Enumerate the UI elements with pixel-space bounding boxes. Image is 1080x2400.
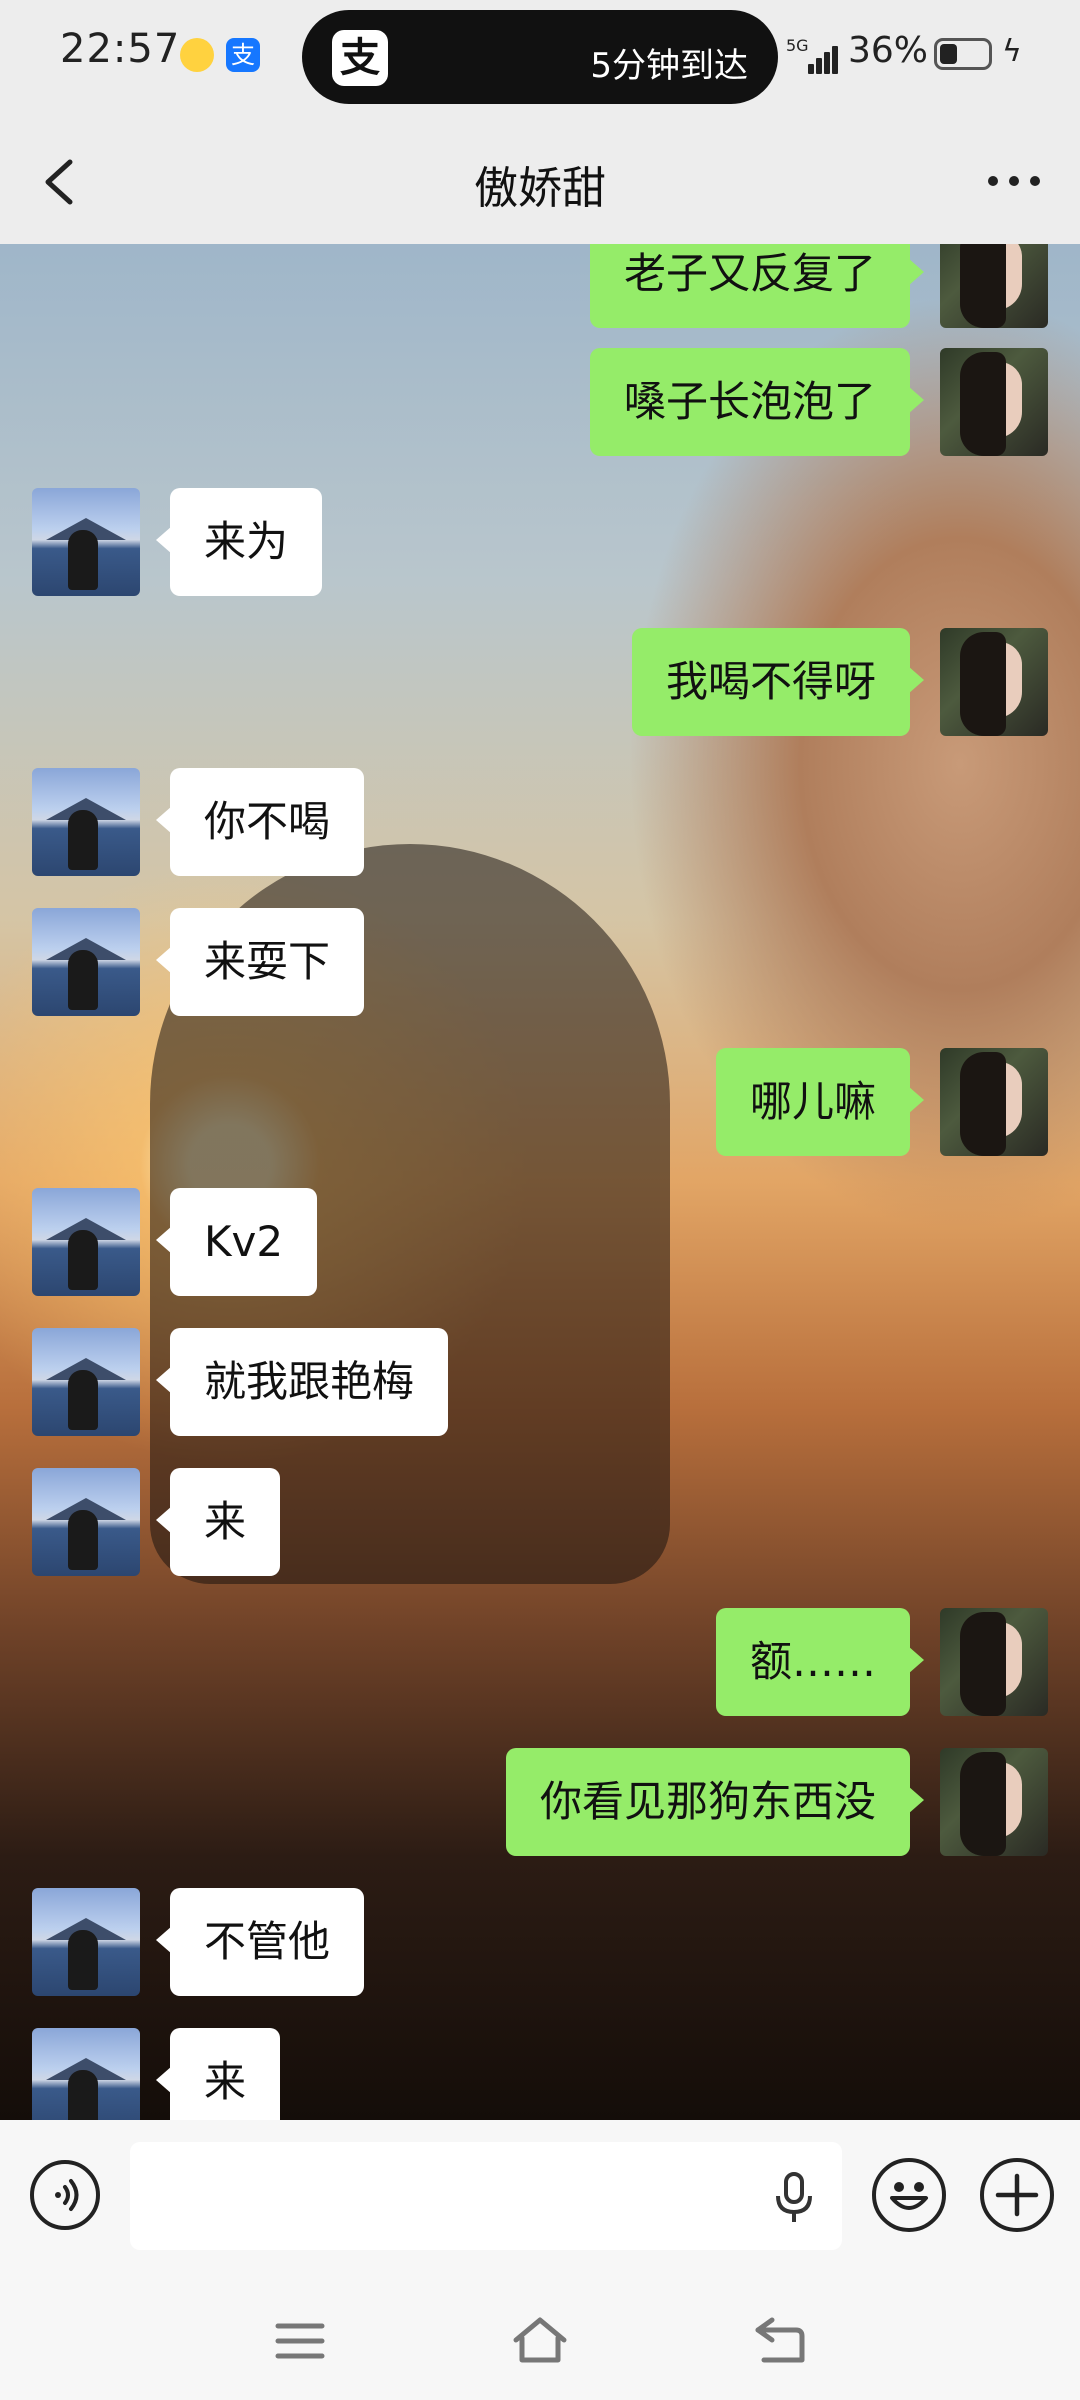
contact-avatar[interactable] bbox=[32, 2028, 140, 2120]
contact-avatar[interactable] bbox=[32, 768, 140, 876]
contact-avatar[interactable] bbox=[32, 1188, 140, 1296]
emoji-icon[interactable] bbox=[872, 2158, 946, 2232]
message-row: 来 bbox=[0, 2028, 1080, 2120]
message-row: 来 bbox=[0, 1468, 1080, 1576]
charging-icon: ϟ bbox=[1002, 34, 1022, 69]
received-message-bubble[interactable]: 来耍下 bbox=[155, 908, 365, 1016]
system-nav-bar bbox=[0, 2280, 1080, 2400]
my-avatar[interactable] bbox=[940, 1048, 1048, 1156]
more-dots-icon[interactable] bbox=[988, 176, 1040, 188]
home-icon[interactable] bbox=[510, 2314, 570, 2368]
sent-message-bubble[interactable]: 额…… bbox=[715, 1608, 925, 1716]
message-row: 你不喝 bbox=[0, 768, 1080, 876]
received-message-bubble[interactable]: 就我跟艳梅 bbox=[155, 1328, 449, 1436]
my-avatar[interactable] bbox=[940, 1608, 1048, 1716]
received-message-bubble[interactable]: 来为 bbox=[155, 488, 323, 596]
contact-avatar[interactable] bbox=[32, 1888, 140, 1996]
sent-message-bubble[interactable]: 你看见那狗东西没 bbox=[505, 1748, 925, 1856]
sent-message-bubble[interactable]: 哪儿嘛 bbox=[715, 1048, 925, 1156]
contact-avatar[interactable] bbox=[32, 1468, 140, 1576]
received-message-bubble[interactable]: 不管他 bbox=[155, 1888, 365, 1996]
message-row: 哪儿嘛 bbox=[0, 1048, 1080, 1156]
message-row: 来为 bbox=[0, 488, 1080, 596]
my-avatar[interactable] bbox=[940, 1748, 1048, 1856]
sent-message-bubble[interactable]: 嗓子长泡泡了 bbox=[589, 348, 925, 456]
message-row: 老子又反复了 bbox=[0, 244, 1080, 328]
menu-icon[interactable] bbox=[270, 2314, 330, 2368]
chat-header: 傲娇甜 bbox=[0, 118, 1080, 244]
message-row: 我喝不得呀 bbox=[0, 628, 1080, 736]
network-type: 5G bbox=[786, 36, 809, 55]
received-message-bubble[interactable]: 来 bbox=[155, 1468, 281, 1576]
alipay-icon: 支 bbox=[332, 30, 388, 86]
my-avatar[interactable] bbox=[940, 628, 1048, 736]
chat-title[interactable]: 傲娇甜 bbox=[0, 152, 1080, 216]
alipay-notification-icon: 支 bbox=[226, 38, 260, 72]
my-avatar[interactable] bbox=[940, 244, 1048, 328]
message-input[interactable] bbox=[130, 2142, 842, 2250]
voice-icon[interactable] bbox=[30, 2160, 100, 2230]
received-message-bubble[interactable]: 来 bbox=[155, 2028, 281, 2120]
microphone-icon[interactable] bbox=[772, 2170, 816, 2226]
message-row: 额…… bbox=[0, 1608, 1080, 1716]
sent-message-bubble[interactable]: 我喝不得呀 bbox=[631, 628, 925, 736]
contact-avatar[interactable] bbox=[32, 908, 140, 1016]
contact-avatar[interactable] bbox=[32, 1328, 140, 1436]
chat-message-list[interactable]: 老子又反复了 嗓子长泡泡了 来为 我喝不得呀 你不喝 来耍下 哪儿嘛 Kv2 就我跟艳梅来额……… bbox=[0, 244, 1080, 2120]
contact-avatar[interactable] bbox=[32, 488, 140, 596]
signal-icon bbox=[808, 40, 842, 74]
message-row: 你看见那狗东西没 bbox=[0, 1748, 1080, 1856]
status-time: 22:57 bbox=[60, 26, 181, 72]
received-message-bubble[interactable]: 你不喝 bbox=[155, 768, 365, 876]
message-row: 不管他 bbox=[0, 1888, 1080, 1996]
my-avatar[interactable] bbox=[940, 348, 1048, 456]
message-row: 来耍下 bbox=[0, 908, 1080, 1016]
sent-message-bubble[interactable]: 老子又反复了 bbox=[589, 244, 925, 328]
message-row: Kv2 bbox=[0, 1188, 1080, 1296]
back-icon[interactable] bbox=[750, 2314, 810, 2368]
battery-icon bbox=[934, 38, 992, 70]
message-row: 就我跟艳梅 bbox=[0, 1328, 1080, 1436]
message-row: 嗓子长泡泡了 bbox=[0, 348, 1080, 456]
plus-icon[interactable] bbox=[980, 2158, 1054, 2232]
status-bar: 22:57 支 支 5分钟到达 5G 36% ϟ bbox=[0, 0, 1080, 118]
dynamic-island[interactable]: 支 5分钟到达 bbox=[302, 10, 778, 104]
input-bar bbox=[0, 2120, 1080, 2280]
island-status-text: 5分钟到达 bbox=[590, 46, 748, 86]
received-message-bubble[interactable]: Kv2 bbox=[155, 1188, 318, 1296]
app-notification-icon bbox=[180, 38, 214, 72]
battery-percent: 36% bbox=[848, 30, 929, 71]
